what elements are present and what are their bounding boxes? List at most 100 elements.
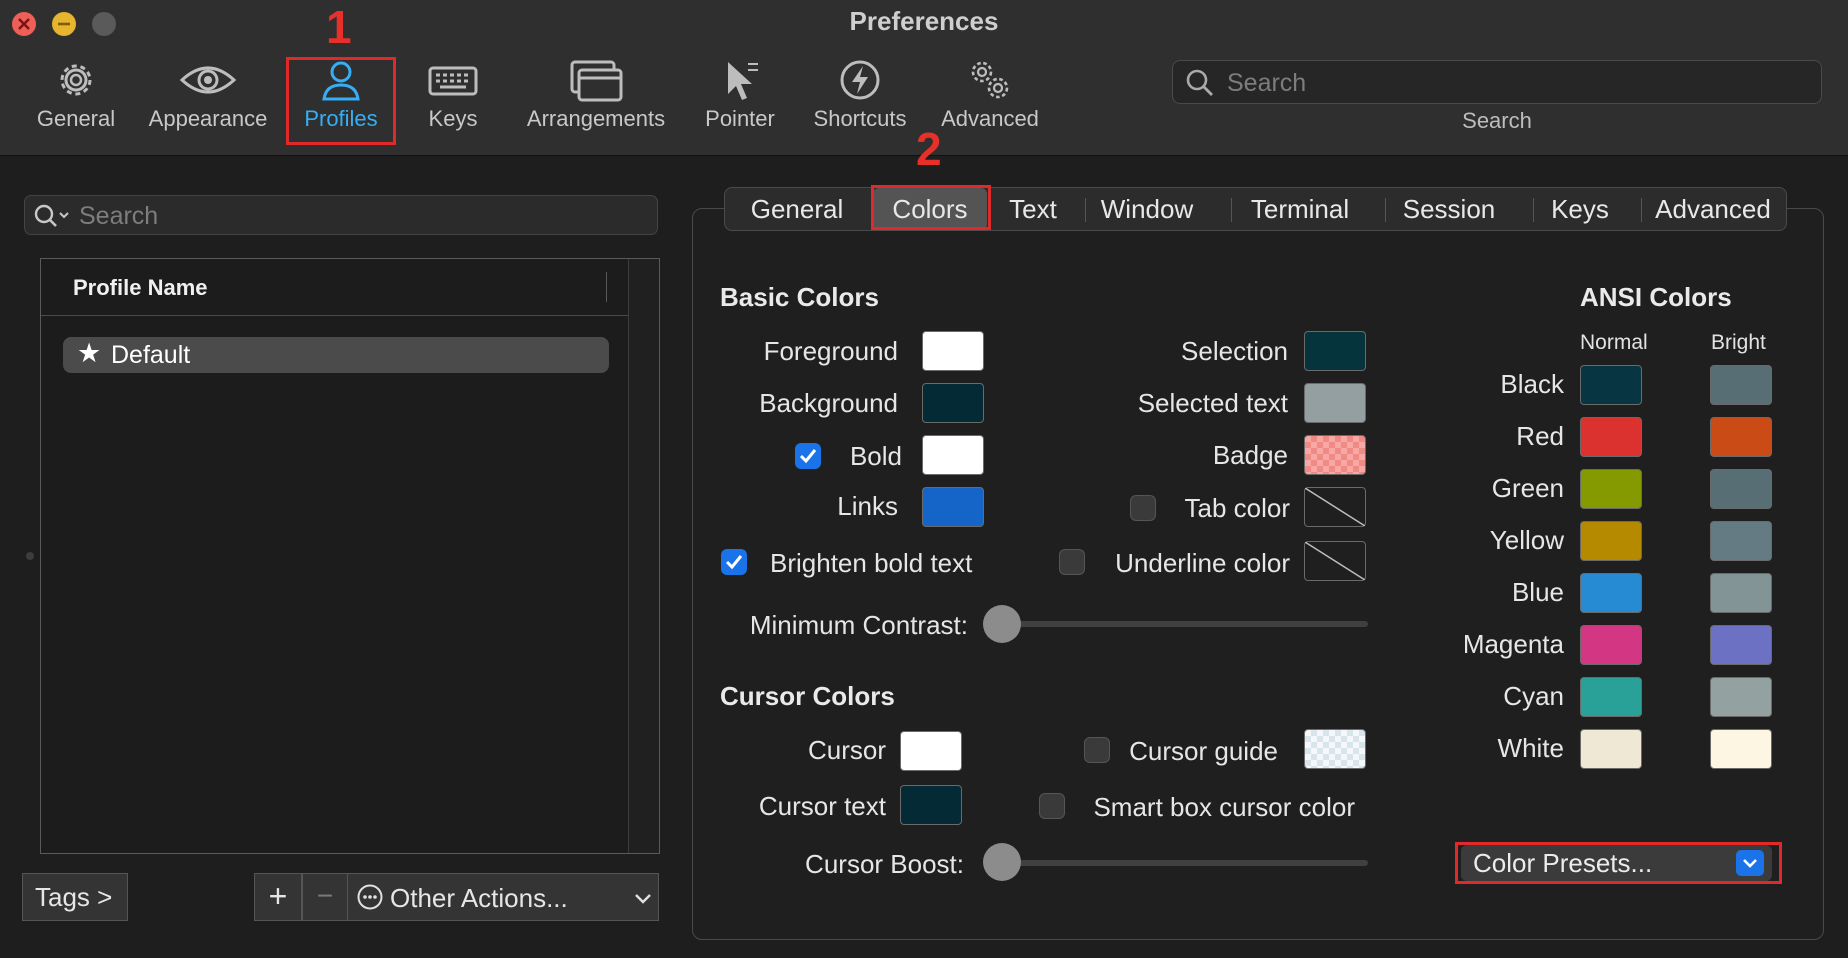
checkmark-icon — [725, 555, 743, 570]
annotation-box-color-presets — [1455, 842, 1782, 884]
tab-general[interactable]: General — [725, 188, 869, 230]
annotation-box-colors-tab — [871, 185, 991, 230]
toolbar-keys[interactable]: Keys — [408, 58, 498, 132]
ansi-red-bright-color-well[interactable] — [1710, 417, 1772, 457]
profile-row-default[interactable]: ★ Default — [63, 337, 609, 373]
badge-label: Badge — [1212, 440, 1288, 470]
no-color-icon — [1304, 487, 1366, 527]
ansi-white-normal-color-well[interactable] — [1580, 729, 1642, 769]
minimum-contrast-track[interactable] — [1000, 621, 1368, 627]
cursor-boost-track[interactable] — [1000, 860, 1368, 866]
selection-label: Selection — [1181, 336, 1288, 366]
background-color-well[interactable] — [922, 383, 984, 423]
toolbar-general[interactable]: General — [28, 58, 124, 132]
tab-window[interactable]: Window — [1087, 188, 1207, 230]
cursor-boost-slider[interactable] — [983, 843, 1021, 881]
ansi-white-label: White — [1497, 733, 1564, 763]
cursor-guide-color-well[interactable] — [1304, 729, 1366, 769]
toolbar-pointer[interactable]: Pointer — [697, 58, 783, 132]
profile-name: Default — [111, 341, 191, 369]
ansi-blue-bright-color-well[interactable] — [1710, 573, 1772, 613]
ansi-green-bright-color-well[interactable] — [1710, 469, 1772, 509]
toolbar-label: Advanced — [941, 106, 1039, 131]
ansi-cyan-normal-color-well[interactable] — [1580, 677, 1642, 717]
tab-session[interactable]: Session — [1387, 188, 1511, 230]
gears-icon — [971, 61, 1009, 99]
remove-profile-button[interactable]: − — [302, 873, 348, 921]
underline-color-checkbox[interactable] — [1059, 549, 1085, 575]
ansi-yellow-bright-color-well[interactable] — [1710, 521, 1772, 561]
underline-color-well[interactable] — [1304, 541, 1366, 581]
brighten-bold-checkbox[interactable] — [721, 549, 747, 575]
ansi-blue-normal-color-well[interactable] — [1580, 573, 1642, 613]
other-actions-dropdown[interactable]: Other Actions... — [347, 873, 659, 921]
search-icon — [34, 204, 69, 227]
links-color-well[interactable] — [922, 487, 984, 527]
toolbar-advanced[interactable]: Advanced — [936, 58, 1044, 132]
ansi-yellow-normal-color-well[interactable] — [1580, 521, 1642, 561]
annotation-number-2: 2 — [916, 123, 942, 175]
ansi-black-label: Black — [1500, 369, 1564, 399]
pointer-icon — [728, 62, 758, 100]
tab-text[interactable]: Text — [991, 188, 1075, 230]
tab-keys[interactable]: Keys — [1535, 188, 1625, 230]
tab-terminal[interactable]: Terminal — [1233, 188, 1367, 230]
badge-color-well[interactable] — [1304, 435, 1366, 475]
tab-separator — [1231, 198, 1232, 222]
tab-color-well[interactable] — [1304, 487, 1366, 527]
window-title: Preferences — [849, 6, 999, 36]
profile-search[interactable] — [24, 195, 658, 235]
toolbar-label: Appearance — [148, 106, 268, 131]
keyboard-icon — [428, 66, 478, 96]
normal-column-header: Normal — [1580, 331, 1648, 354]
column-divider — [606, 272, 607, 302]
other-actions-label: Other Actions... — [390, 883, 568, 913]
chevron-down-icon — [635, 894, 651, 904]
profile-search-input[interactable] — [77, 200, 641, 232]
bold-label: Bold — [849, 441, 902, 471]
minimum-contrast-slider[interactable] — [983, 605, 1021, 643]
tags-button[interactable]: Tags > — [22, 873, 128, 921]
brighten-bold-label: Brighten bold text — [770, 548, 973, 578]
toolbar-appearance[interactable]: Appearance — [145, 58, 271, 132]
toolbar-label: Shortcuts — [813, 106, 907, 131]
ansi-black-normal-color-well[interactable] — [1580, 365, 1642, 405]
tab-color-label: Tab color — [1184, 493, 1291, 523]
ansi-black-bright-color-well[interactable] — [1710, 365, 1772, 405]
smart-box-cursor-checkbox[interactable] — [1039, 793, 1065, 819]
ansi-magenta-normal-color-well[interactable] — [1580, 625, 1642, 665]
add-profile-button[interactable]: + — [254, 873, 302, 921]
ansi-magenta-bright-color-well[interactable] — [1710, 625, 1772, 665]
bold-color-well[interactable] — [922, 435, 984, 475]
toolbar-search-input[interactable] — [1225, 67, 1809, 99]
ansi-green-normal-color-well[interactable] — [1580, 469, 1642, 509]
selected-text-label: Selected text — [1137, 388, 1288, 418]
toolbar-search-caption: Search — [1462, 108, 1532, 133]
selection-color-well[interactable] — [1304, 331, 1366, 371]
ansi-colors-heading: ANSI Colors — [1580, 282, 1732, 312]
profile-scrollbar[interactable] — [628, 259, 659, 853]
foreground-color-well[interactable] — [922, 331, 984, 371]
search-icon — [1186, 69, 1213, 96]
tab-advanced[interactable]: Advanced — [1643, 188, 1783, 230]
ansi-green-label: Green — [1491, 473, 1564, 503]
toolbar-arrangements[interactable]: Arrangements — [520, 58, 672, 132]
cursor-color-well[interactable] — [900, 731, 962, 771]
no-color-icon — [1304, 541, 1366, 581]
ansi-red-normal-color-well[interactable] — [1580, 417, 1642, 457]
annotation-box-profiles — [286, 57, 396, 145]
resize-handle[interactable] — [26, 552, 34, 560]
ansi-cyan-bright-color-well[interactable] — [1710, 677, 1772, 717]
basic-colors-heading: Basic Colors — [720, 282, 879, 312]
ansi-yellow-label: Yellow — [1489, 525, 1564, 555]
gear-icon — [60, 64, 92, 96]
toolbar-label: General — [36, 106, 116, 131]
profile-name-column-header[interactable]: Profile Name — [41, 259, 631, 316]
selected-text-color-well[interactable] — [1304, 383, 1366, 423]
ansi-cyan-label: Cyan — [1503, 681, 1564, 711]
toolbar-search[interactable] — [1172, 60, 1822, 104]
ansi-white-bright-color-well[interactable] — [1710, 729, 1772, 769]
cursor-text-color-well[interactable] — [900, 785, 962, 825]
toolbar-shortcuts[interactable]: Shortcuts — [806, 58, 914, 132]
star-icon: ★ — [77, 338, 102, 368]
